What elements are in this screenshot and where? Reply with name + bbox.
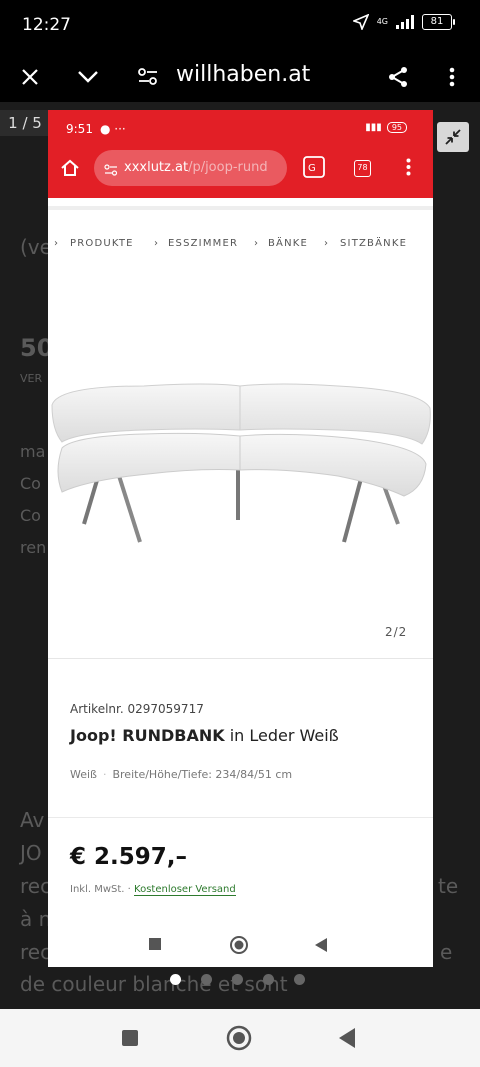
site-settings-icon bbox=[104, 161, 118, 180]
inner-status-time: 9:51 bbox=[66, 122, 93, 136]
article-number: Artikelnr. 0297059717 bbox=[70, 702, 204, 716]
pagination-dot[interactable] bbox=[294, 974, 305, 985]
product-title: Joop! RUNDBANK in Leder Weiß bbox=[70, 726, 339, 745]
svg-text:G: G bbox=[308, 163, 316, 174]
pagination-dots bbox=[170, 974, 305, 985]
image-counter: 1 / 5 bbox=[0, 110, 50, 136]
breadcrumb-item: ESSZIMMER bbox=[168, 238, 239, 249]
status-time: 12:27 bbox=[22, 15, 71, 35]
translate-icon: G bbox=[303, 156, 325, 182]
signal-icon bbox=[396, 15, 414, 29]
bg-text: rec bbox=[20, 940, 52, 964]
product-title-rest: in Leder Weiß bbox=[224, 726, 339, 745]
inner-back-icon bbox=[315, 938, 327, 952]
shipping-label: Kostenloser Versand bbox=[134, 884, 236, 896]
listing-image[interactable]: 9:51 ● ··· ▮▮▮ 95 xxxlutz.at/p/joop-rund… bbox=[48, 110, 433, 967]
product-variant: Weiß · Breite/Höhe/Tiefe: 234/84/51 cm bbox=[70, 768, 293, 781]
bg-text: e bbox=[440, 940, 453, 964]
product-image bbox=[48, 260, 433, 660]
inner-url-bar: xxxlutz.at/p/joop-rund bbox=[94, 150, 287, 186]
inner-battery: 95 bbox=[386, 122, 407, 133]
inner-url-path: /p/joop-rund bbox=[188, 160, 268, 175]
pagination-dot[interactable] bbox=[232, 974, 243, 985]
breadcrumb-item: PRODUKTE bbox=[70, 238, 134, 249]
bg-text: à n bbox=[20, 907, 52, 931]
close-icon[interactable] bbox=[14, 61, 46, 93]
collapse-icon[interactable] bbox=[437, 122, 469, 152]
inner-more-icon bbox=[406, 158, 411, 180]
curved-bench-image bbox=[51, 383, 431, 543]
bg-text: te bbox=[438, 874, 459, 898]
back-icon[interactable] bbox=[338, 1027, 356, 1049]
status-bar: 12:27 4G 81 bbox=[0, 0, 480, 52]
breadcrumb: › PRODUKTE › ESSZIMMER › BÄNKE › SITZBÄN… bbox=[54, 238, 408, 249]
inner-nav-bar bbox=[48, 925, 433, 967]
chevron-down-icon[interactable] bbox=[72, 61, 104, 93]
inner-recents-icon bbox=[149, 938, 161, 950]
inner-image-counter: 2/2 bbox=[385, 625, 408, 639]
inner-signal-icon: ▮▮▮ bbox=[365, 122, 382, 133]
network-type: 4G bbox=[376, 17, 388, 26]
inner-browser-header: 9:51 ● ··· ▮▮▮ 95 xxxlutz.at/p/joop-rund… bbox=[48, 110, 433, 198]
product-dimensions: Breite/Höhe/Tiefe: 234/84/51 cm bbox=[112, 768, 293, 781]
viewer-top-bar: willhaben.at bbox=[0, 52, 480, 102]
page-domain[interactable]: willhaben.at bbox=[176, 62, 310, 87]
bg-text: Av bbox=[20, 808, 45, 832]
tabs-count: 78 bbox=[354, 160, 371, 177]
product-brand-name: Joop! RUNDBANK bbox=[70, 726, 225, 745]
bg-text: rec bbox=[20, 874, 52, 898]
inner-url-host: xxxlutz.at bbox=[124, 160, 189, 175]
pagination-dot[interactable] bbox=[201, 974, 212, 985]
notification-icon: ● ··· bbox=[100, 122, 126, 136]
share-icon[interactable] bbox=[382, 61, 414, 93]
breadcrumb-item: SITZBÄNKE bbox=[340, 238, 408, 249]
bg-text: ma bbox=[20, 442, 46, 461]
home-button-icon[interactable] bbox=[226, 1025, 252, 1051]
bg-text: ren bbox=[20, 538, 47, 557]
product-price: € 2.597,– bbox=[70, 844, 187, 870]
location-arrow-icon bbox=[352, 14, 369, 30]
pagination-dot[interactable] bbox=[263, 974, 274, 985]
pagination-dot[interactable] bbox=[170, 974, 181, 985]
bg-text: Co bbox=[20, 506, 41, 525]
site-settings-icon[interactable] bbox=[132, 61, 164, 93]
vat-info: Inkl. MwSt. · Kostenloser Versand bbox=[70, 884, 236, 896]
bg-text: JO bbox=[20, 841, 42, 865]
recents-icon[interactable] bbox=[121, 1029, 139, 1047]
inner-home-icon bbox=[230, 936, 248, 954]
bg-text: VER bbox=[20, 372, 43, 385]
breadcrumb-item: BÄNKE bbox=[268, 238, 309, 249]
vat-label: Inkl. MwSt. · bbox=[70, 884, 131, 895]
bg-text: Co bbox=[20, 474, 41, 493]
battery-icon: 81 bbox=[422, 14, 455, 30]
more-vert-icon[interactable] bbox=[436, 61, 468, 93]
system-nav-bar bbox=[0, 1009, 480, 1067]
home-icon bbox=[60, 158, 80, 182]
product-color: Weiß bbox=[70, 768, 97, 781]
